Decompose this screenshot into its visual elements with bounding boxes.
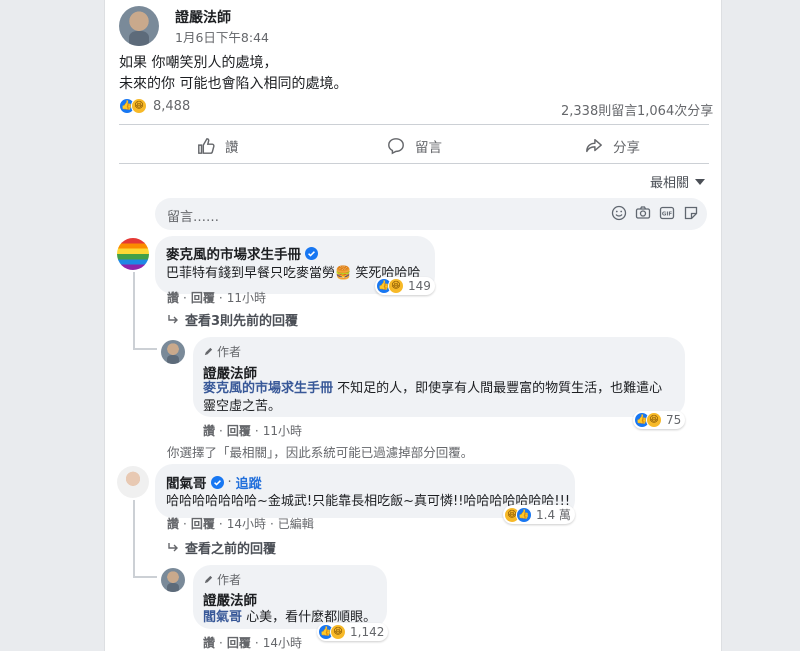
- reply-text-part: 靈空虛之苦。: [203, 399, 282, 414]
- reply-like-link[interactable]: 讚: [203, 636, 215, 650]
- reply-reaction-count: 1,142: [350, 625, 385, 639]
- verified-icon: [210, 475, 224, 489]
- author-badge-label: 作者: [217, 573, 242, 587]
- reply-reactions[interactable]: 👍 😆 1,142: [317, 623, 389, 641]
- reply-actions: 讚 · 回覆 · 11小時: [203, 424, 302, 438]
- author-badge-label: 作者: [217, 345, 242, 359]
- reply-author-name[interactable]: 證嚴法師: [203, 362, 257, 382]
- comment-author-name: 麥克風的市場求生手冊: [166, 247, 301, 263]
- post-text-line-2: 未來的你 可能也會陷入相同的處境。: [119, 76, 348, 92]
- camera-icon[interactable]: [635, 205, 651, 221]
- verified-icon: [305, 246, 318, 260]
- reply-like-link[interactable]: 讚: [203, 424, 215, 438]
- comment-actions: 讚 · 回覆 · 11小時: [167, 291, 266, 305]
- sticker-icon[interactable]: [683, 205, 699, 221]
- filter-notice: 你選擇了「最相關」，因此系統可能已過濾掉部分回覆。: [167, 445, 474, 460]
- viewer-avatar: [113, 198, 143, 228]
- reply-reply-link[interactable]: 回覆: [227, 424, 251, 438]
- haha-reaction-icon: 😆: [646, 412, 662, 428]
- commenter-avatar[interactable]: [117, 238, 149, 270]
- reply-reply-link[interactable]: 回覆: [227, 636, 251, 650]
- reply-actions: 讚 · 回覆 · 14小時: [203, 636, 302, 650]
- edited-label: 已編輯: [277, 517, 314, 531]
- like-icon: [198, 138, 215, 154]
- sort-dropdown[interactable]: 最相關: [650, 172, 706, 191]
- composer-tools: GIF: [611, 205, 699, 221]
- view-previous-label: 查看之前的回覆: [185, 542, 277, 557]
- reply-time[interactable]: 14小時: [263, 636, 302, 650]
- haha-reaction-icon: 😆: [131, 98, 147, 114]
- comment-input[interactable]: 留言…… GIF: [155, 198, 707, 230]
- comment-author-name: 閻氣哥: [166, 476, 207, 492]
- comment-button-label: 留言: [415, 140, 442, 156]
- comment-input-placeholder: 留言……: [167, 210, 220, 225]
- share-icon: [586, 138, 602, 153]
- reply-reaction-count: 75: [666, 413, 682, 427]
- thread-line: [133, 500, 135, 576]
- view-previous-replies[interactable]: 查看之前的回覆: [167, 538, 276, 557]
- post-card: 證嚴法師 1月6日下午8:44 如果 你嘲笑別人的處境， 未來的你 可能也會陷入…: [104, 0, 722, 651]
- svg-text:GIF: GIF: [662, 212, 673, 218]
- post-author-avatar[interactable]: [119, 6, 159, 46]
- divider: [119, 124, 709, 125]
- comment-reaction-count: 149: [408, 279, 431, 293]
- share-button-label: 分享: [613, 140, 640, 156]
- reply-text-part: 不知足的人，即使享有人間最豐富的物質生活，也難遣心: [333, 381, 663, 396]
- comment-reply-link[interactable]: 回覆: [191, 291, 215, 305]
- reply-arrow-icon: [168, 542, 178, 551]
- comment-like-link[interactable]: 讚: [167, 517, 179, 531]
- reaction-summary[interactable]: 👍 😆 8,488: [119, 98, 190, 114]
- follow-link[interactable]: 追蹤: [236, 473, 262, 492]
- pencil-icon: [204, 347, 213, 356]
- author-badge: 作者: [203, 343, 241, 360]
- comment-reaction-count: 1.4 萬: [536, 508, 571, 522]
- pencil-icon: [204, 575, 213, 584]
- like-button-label: 讚: [225, 140, 239, 156]
- like-reaction-icon: 👍: [516, 506, 532, 523]
- reply-arrow-icon: [168, 314, 178, 323]
- reply-time[interactable]: 11小時: [263, 424, 302, 438]
- comment-like-link[interactable]: 讚: [167, 291, 179, 305]
- view-previous-replies[interactable]: 查看3則先前的回覆: [167, 310, 298, 329]
- reply-mention[interactable]: 閻氣哥: [203, 610, 242, 625]
- comment-reply-link[interactable]: 回覆: [191, 517, 215, 531]
- comment-author[interactable]: 閻氣哥 · 追蹤: [166, 472, 262, 493]
- author-badge: 作者: [203, 571, 241, 588]
- reply-reactions[interactable]: 👍 😆 75: [633, 411, 686, 429]
- emoji-icon[interactable]: [611, 205, 627, 221]
- comment-time[interactable]: 11小時: [227, 291, 266, 305]
- commenter-avatar[interactable]: [117, 466, 149, 498]
- thread-line-branch: [133, 576, 157, 578]
- caret-down-icon: [695, 178, 706, 185]
- sort-label: 最相關: [650, 176, 690, 191]
- comment-author[interactable]: 麥克風的市場求生手冊: [166, 243, 318, 263]
- reply-author-avatar[interactable]: [161, 340, 185, 364]
- post-author-name[interactable]: 證嚴法師: [175, 7, 231, 27]
- reactions-count: 8,488: [153, 98, 191, 114]
- thread-line: [133, 272, 135, 348]
- comments-count[interactable]: 2,338則留言: [561, 100, 637, 119]
- share-button[interactable]: 分享: [585, 136, 640, 156]
- comment-reactions[interactable]: 😆 👍 1.4 萬: [503, 505, 575, 524]
- post-text-line-1: 如果 你嘲笑別人的處境，: [119, 55, 278, 71]
- comment-reactions[interactable]: 👍 😆 149: [375, 277, 435, 295]
- post-timestamp[interactable]: 1月6日下午8:44: [175, 27, 269, 46]
- reply-text: 麥克風的市場求生手冊 不知足的人，即使享有人間最豐富的物質生活，也難遣心靈空虛之…: [203, 380, 673, 416]
- comment-actions: 讚 · 回覆 · 14小時 · 已編輯: [167, 517, 314, 531]
- comment-icon: [388, 138, 404, 155]
- divider: [119, 163, 709, 164]
- shares-count[interactable]: 1,064次分享: [637, 100, 713, 119]
- thread-line-branch: [133, 348, 157, 350]
- view-previous-label: 查看3則先前的回覆: [185, 314, 299, 329]
- gif-icon[interactable]: GIF: [659, 205, 675, 221]
- comment-time[interactable]: 14小時: [227, 517, 266, 531]
- like-button[interactable]: 讚: [197, 136, 239, 156]
- comment-button[interactable]: 留言: [387, 136, 442, 156]
- reply-author-avatar[interactable]: [161, 568, 185, 592]
- haha-reaction-icon: 😆: [388, 278, 404, 294]
- haha-reaction-icon: 😆: [330, 624, 346, 640]
- reply-mention[interactable]: 麥克風的市場求生手冊: [203, 381, 333, 396]
